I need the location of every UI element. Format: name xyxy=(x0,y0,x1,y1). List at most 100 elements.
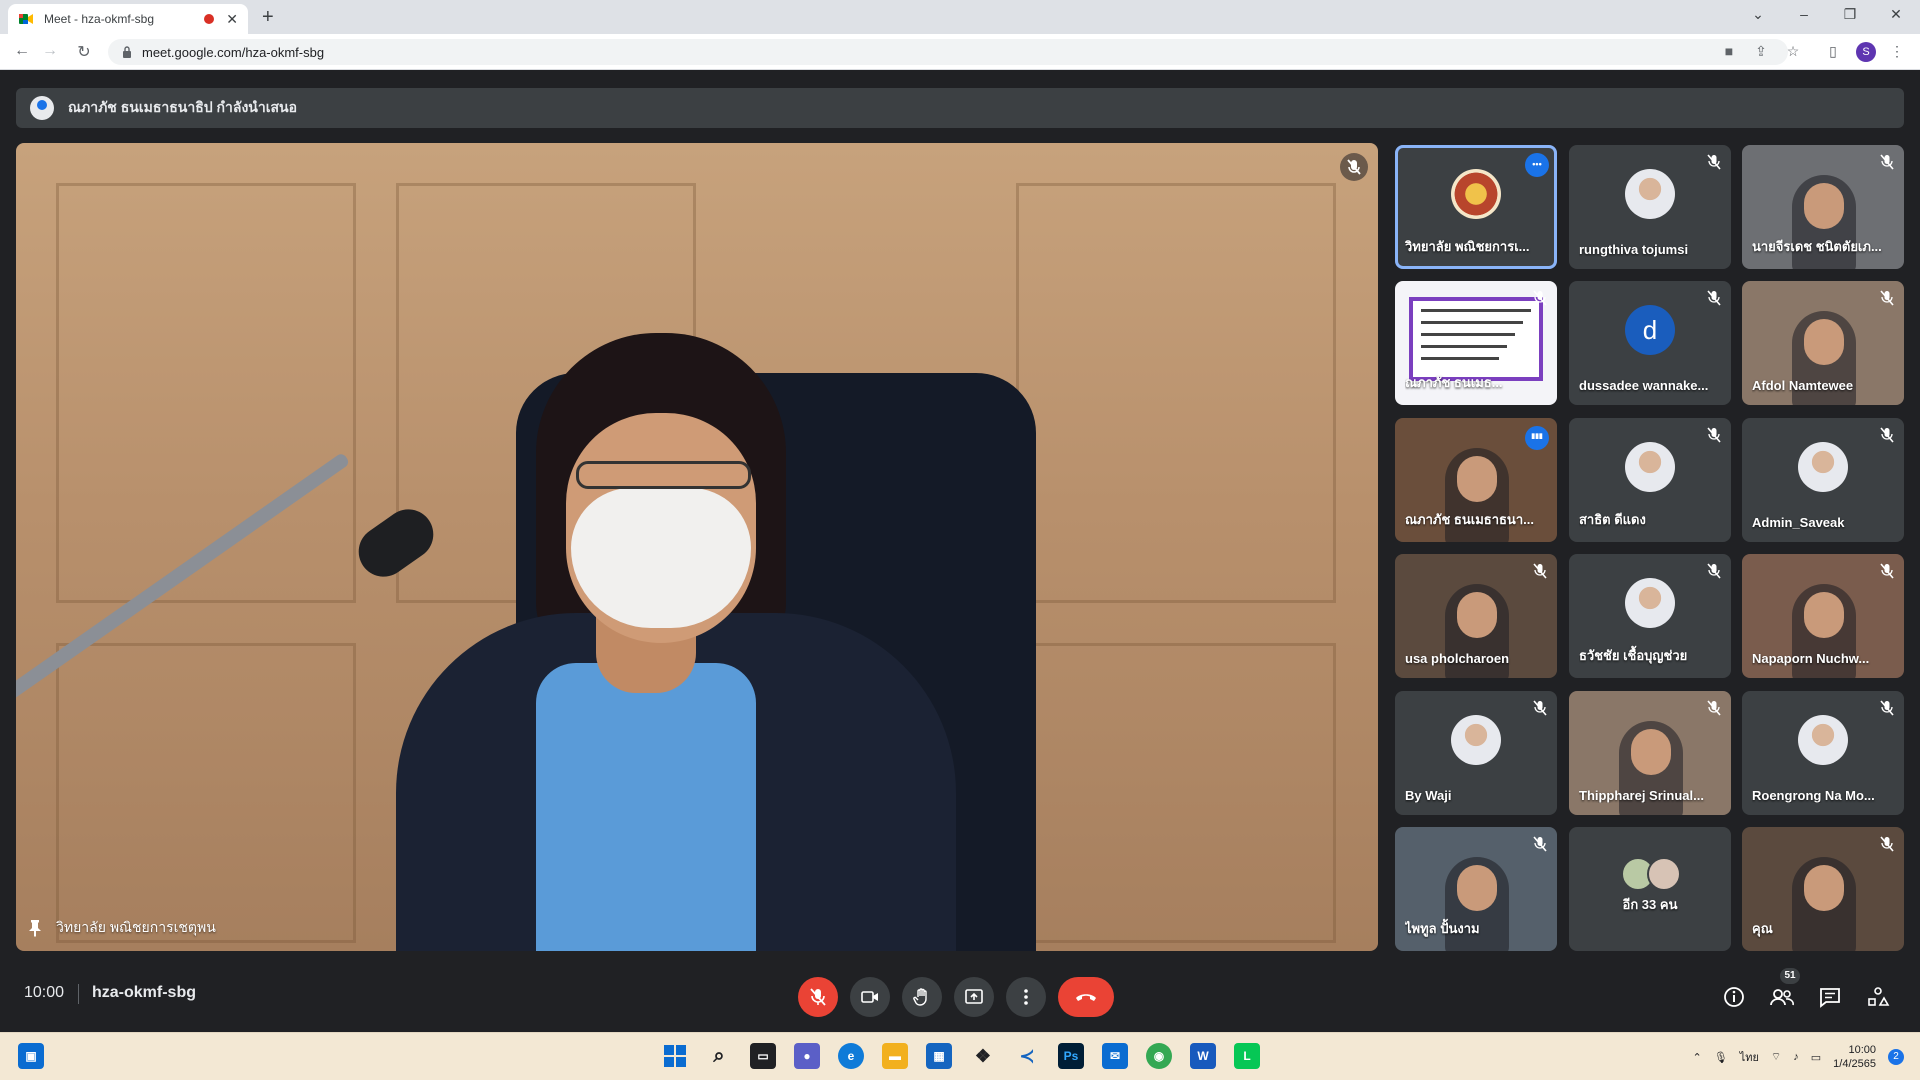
taskbar-date: 1/4/2565 xyxy=(1833,1058,1876,1070)
participant-tile[interactable]: d dussadee wannake... xyxy=(1569,281,1731,405)
raise-hand-button[interactable] xyxy=(902,977,942,1017)
show-hidden-icons-icon[interactable]: ⌃ xyxy=(1693,1051,1702,1064)
participant-tile[interactable]: ธวัชชัย เชื้อบุญช่วย xyxy=(1569,554,1731,678)
toggle-mic-button[interactable] xyxy=(798,977,838,1017)
mic-off-icon xyxy=(1533,563,1547,579)
address-bar[interactable]: meet.google.com/hza-okmf-sbg xyxy=(108,39,1788,65)
participant-name: rungthiva tojumsi xyxy=(1579,242,1689,257)
line-app-icon[interactable]: L xyxy=(1234,1043,1260,1069)
participant-tile[interactable]: วิทยาลัย พณิชยการเ... ••• xyxy=(1395,145,1557,269)
start-button[interactable] xyxy=(662,1043,688,1069)
participant-tile[interactable]: Roengrong Na Mo... xyxy=(1742,691,1904,815)
dropbox-icon[interactable]: ❖ xyxy=(970,1043,996,1069)
back-icon[interactable]: ← xyxy=(12,42,32,60)
mic-off-icon xyxy=(1707,290,1721,306)
mic-off-icon xyxy=(1707,563,1721,579)
photoshop-icon[interactable]: Ps xyxy=(1058,1043,1084,1069)
participant-avatar xyxy=(1647,857,1681,891)
participant-tile[interactable]: usa pholcharoen xyxy=(1395,554,1557,678)
store-icon[interactable]: ▦ xyxy=(926,1043,952,1069)
task-view-icon[interactable]: ▭ xyxy=(750,1043,776,1069)
chrome-icon[interactable]: ◉ xyxy=(1146,1043,1172,1069)
new-tab-button[interactable]: + xyxy=(262,6,274,29)
meet-stage: ณภาภัช ธนเมธาธนาธิป กำลังนำเสนอ วิทยาลัย… xyxy=(0,70,1920,1032)
participant-face-shape xyxy=(1457,456,1497,502)
present-screen-button[interactable] xyxy=(954,977,994,1017)
participant-name: วิทยาลัย พณิชยการเ... xyxy=(1405,239,1530,254)
participant-tile[interactable]: By Waji xyxy=(1395,691,1557,815)
slide-text-line xyxy=(1421,309,1531,312)
tab-title: Meet - hza-okmf-sbg xyxy=(44,12,155,26)
participant-tile[interactable]: อีก 33 คน xyxy=(1569,827,1731,951)
close-tab-icon[interactable]: ✕ xyxy=(226,11,238,28)
recording-indicator-icon xyxy=(204,14,215,24)
google-meet-favicon-icon xyxy=(19,14,33,24)
close-window-icon[interactable]: ✕ xyxy=(1886,6,1906,23)
participants-button[interactable] xyxy=(1768,983,1796,1011)
share-icon[interactable]: ⇪ xyxy=(1752,43,1770,61)
participant-name: Admin_Saveak xyxy=(1752,515,1845,530)
taskbar-clock[interactable]: 10:00 1/4/2565 xyxy=(1833,1043,1876,1071)
mic-off-icon xyxy=(1880,290,1894,306)
widgets-icon[interactable]: ▣ xyxy=(18,1043,44,1069)
participant-tile[interactable]: นายจีรเดช ชนิตตัยเภ... xyxy=(1742,145,1904,269)
minimize-window-icon[interactable]: – xyxy=(1794,6,1814,22)
participant-tile[interactable]: สาธิต ดีแดง xyxy=(1569,418,1731,542)
side-panel-icon[interactable]: ▯ xyxy=(1824,43,1842,61)
word-icon[interactable]: W xyxy=(1190,1043,1216,1069)
forward-icon[interactable]: → xyxy=(40,42,60,60)
participant-tile[interactable]: Admin_Saveak xyxy=(1742,418,1904,542)
mic-off-icon xyxy=(1880,836,1894,852)
wifi-icon[interactable]: ⌔ xyxy=(1771,1050,1781,1064)
participant-tile[interactable]: Thippharej Srinual... xyxy=(1569,691,1731,815)
activities-button[interactable] xyxy=(1864,983,1892,1011)
pin-icon[interactable] xyxy=(28,919,42,937)
input-language[interactable]: ไทย xyxy=(1740,1048,1759,1066)
participant-avatar: d xyxy=(1625,305,1675,355)
mic-off-icon xyxy=(1533,700,1547,716)
mic-off-icon xyxy=(810,988,826,1006)
participant-tile[interactable]: ณภาภัช ธนเมธ... xyxy=(1395,281,1557,405)
more-options-button[interactable] xyxy=(1006,977,1046,1017)
file-explorer-icon[interactable]: ▬ xyxy=(882,1043,908,1069)
participant-tile[interactable]: rungthiva tojumsi xyxy=(1569,145,1731,269)
toggle-camera-button[interactable] xyxy=(850,977,890,1017)
notification-count-badge[interactable]: 2 xyxy=(1888,1049,1904,1065)
wall-panel xyxy=(56,643,356,943)
vscode-icon[interactable]: ≺ xyxy=(1014,1043,1040,1069)
profile-avatar[interactable]: S xyxy=(1856,42,1876,62)
restore-window-icon[interactable]: ❐ xyxy=(1840,6,1860,23)
main-speaker-video[interactable]: วิทยาลัย พณิชยการเชตุพน xyxy=(16,143,1378,951)
chat-button[interactable] xyxy=(1816,983,1844,1011)
battery-icon[interactable]: ▭ xyxy=(1811,1051,1821,1064)
participant-name: ธวัชชัย เชื้อบุญช่วย xyxy=(1579,648,1688,663)
reload-icon[interactable]: ↻ xyxy=(74,42,94,62)
hang-up-icon xyxy=(1076,994,1096,1001)
participant-name: อีก 33 คน xyxy=(1622,897,1678,912)
tab-search-icon[interactable]: ⌄ xyxy=(1748,6,1768,23)
camera-in-use-icon[interactable]: ■ xyxy=(1720,43,1738,61)
participant-tile[interactable]: ณภาภัช ธนเมธาธนา... ▮▮▮ xyxy=(1395,418,1557,542)
meeting-details-button[interactable] xyxy=(1720,983,1748,1011)
more-options-icon[interactable]: ••• xyxy=(1525,153,1549,177)
participant-tile[interactable]: คุณ xyxy=(1742,827,1904,951)
url-text: meet.google.com/hza-okmf-sbg xyxy=(142,44,325,60)
leave-call-button[interactable] xyxy=(1058,977,1114,1017)
microphone-tray-icon[interactable]: 🎙 xyxy=(1714,1051,1728,1064)
participant-tile[interactable]: Afdol Namtewee xyxy=(1742,281,1904,405)
presenter-avatar xyxy=(30,96,54,120)
participant-tile[interactable]: ไพทูล ปั้นงาม xyxy=(1395,827,1557,951)
browser-menu-icon[interactable]: ⋮ xyxy=(1888,43,1906,61)
bookmark-star-icon[interactable]: ☆ xyxy=(1784,43,1802,61)
browser-tab-meet[interactable]: Meet - hza-okmf-sbg ✕ xyxy=(8,4,248,34)
mail-icon[interactable]: ✉ xyxy=(1102,1043,1128,1069)
system-tray: ⌃ 🎙 ไทย ⌔ ♪ ▭ 10:00 1/4/2565 2 xyxy=(1693,1041,1904,1073)
participant-avatar xyxy=(1625,169,1675,219)
more-vert-icon xyxy=(1024,989,1028,1005)
volume-icon[interactable]: ♪ xyxy=(1793,1051,1799,1063)
teams-chat-icon[interactable]: ● xyxy=(794,1043,820,1069)
participant-tile[interactable]: Napaporn Nuchw... xyxy=(1742,554,1904,678)
mic-off-icon xyxy=(1880,427,1894,443)
search-icon[interactable]: ⌕ xyxy=(706,1043,732,1069)
edge-icon[interactable]: e xyxy=(838,1043,864,1069)
